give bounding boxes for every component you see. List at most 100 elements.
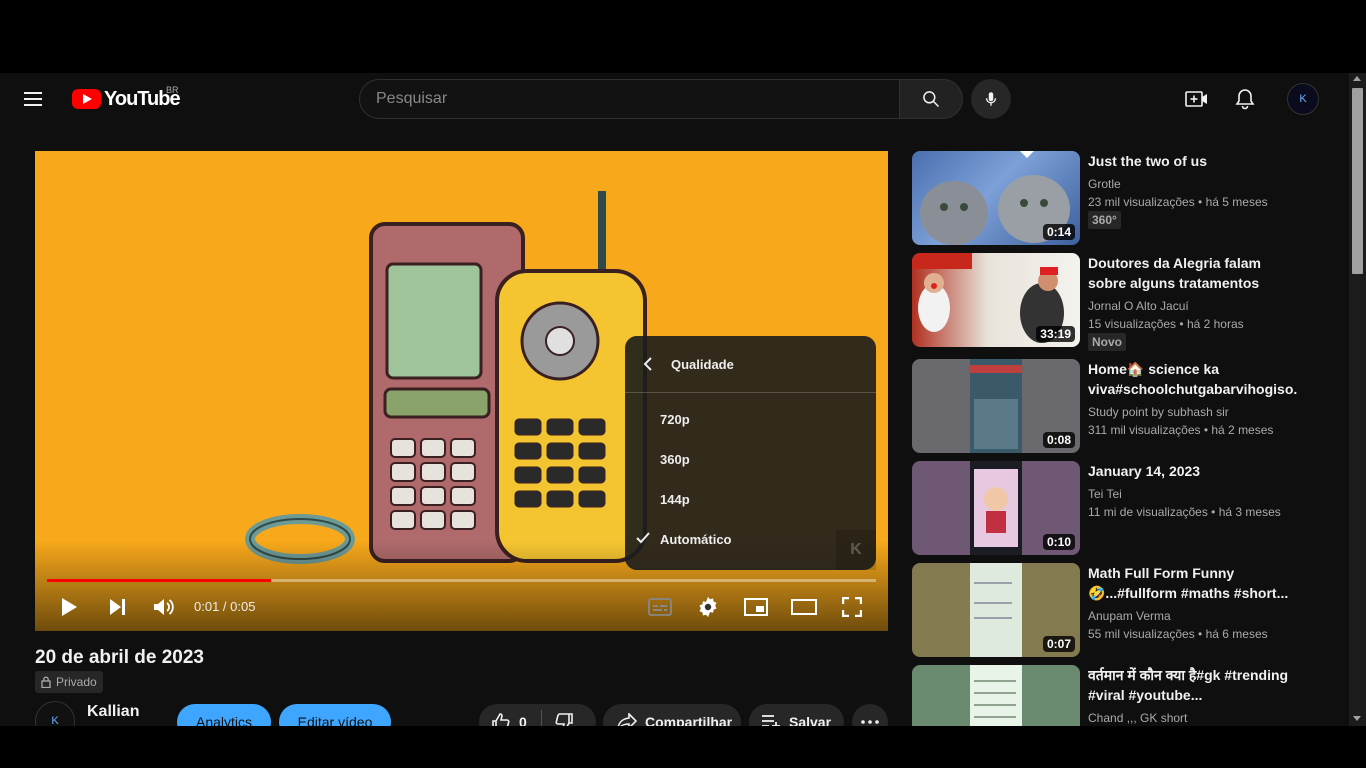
recommendation-item[interactable]: 0:10 January 14, 2023 Tei Tei 11 mi de v… — [912, 461, 1312, 555]
video-thumbnail[interactable]: 0:14 — [912, 151, 1080, 245]
quality-option-360p[interactable]: 360p — [625, 439, 876, 479]
channel-name[interactable]: Tei Tei — [1088, 485, 1122, 503]
create-button[interactable] — [1183, 87, 1211, 111]
video-duration: 33:19 — [1036, 326, 1075, 342]
more-horizontal-icon — [861, 720, 879, 724]
channel-name[interactable]: Chand ,,, GK short — [1088, 709, 1187, 726]
recommendation-item[interactable]: 0:07 Math Full Form Funny 🤣...#fullform … — [912, 563, 1312, 657]
search-input[interactable] — [360, 80, 899, 118]
voice-search-button[interactable] — [971, 79, 1011, 119]
recommendation-item[interactable]: 0:14 Just the two of us Grotle 23 mil vi… — [912, 151, 1312, 245]
chevron-left-icon — [643, 357, 652, 371]
recommendation-item[interactable]: 0:08 Home🏠 science ka viva#schoolchutgab… — [912, 359, 1312, 453]
mute-button[interactable] — [150, 593, 178, 621]
save-button[interactable]: Salvar — [749, 704, 844, 726]
video-title[interactable]: Home🏠 science ka viva#schoolchutgabarvih… — [1088, 359, 1298, 399]
theater-mode-button[interactable] — [790, 593, 818, 621]
video-title[interactable]: Doutores da Alegria falam sobre alguns t… — [1088, 253, 1298, 293]
channel-name[interactable]: Study point by subhash sir — [1088, 403, 1229, 421]
gear-icon — [699, 596, 717, 618]
play-button[interactable] — [55, 593, 83, 621]
next-button[interactable] — [103, 593, 131, 621]
privacy-label: Privado — [56, 675, 97, 689]
fullscreen-button[interactable] — [838, 593, 866, 621]
fullscreen-icon — [842, 597, 862, 617]
channel-avatar[interactable]: K — [35, 701, 75, 726]
channel-name[interactable]: Jornal O Alto Jacuí — [1088, 297, 1189, 315]
quality-option-144p[interactable]: 144p — [625, 479, 876, 519]
volume-icon — [154, 599, 174, 615]
thumbs-up-icon[interactable] — [491, 712, 511, 726]
video-stats: 15 visualizações • há 2 horas — [1088, 317, 1244, 331]
video-title[interactable]: Math Full Form Funny 🤣...#fullform #math… — [1088, 563, 1298, 603]
video-thumbnail[interactable]: 33:19 — [912, 253, 1080, 347]
video-stats: 11 mi de visualizações • há 3 meses — [1088, 505, 1281, 519]
share-label: Compartilhar — [645, 714, 733, 726]
channel-name[interactable]: Kallian — [87, 703, 139, 721]
miniplayer-button[interactable] — [742, 593, 770, 621]
scroll-down-arrow-icon[interactable] — [1353, 716, 1361, 721]
video-stats: 311 mil visualizações • há 2 meses — [1088, 423, 1274, 437]
quality-option-720p[interactable]: 720p — [625, 399, 876, 439]
video-title[interactable]: Just the two of us — [1088, 151, 1298, 171]
video-title: 20 de abril de 2023 — [35, 647, 204, 668]
search-button[interactable] — [899, 79, 963, 119]
subtitles-icon — [648, 598, 672, 616]
share-button[interactable]: Compartilhar — [603, 704, 741, 726]
quality-menu-header[interactable]: Qualidade — [625, 336, 876, 393]
current-time: 0:01 — [194, 599, 220, 614]
country-code: BR — [166, 85, 179, 95]
video-thumbnail[interactable]: 0:10 — [912, 461, 1080, 555]
time-display: 0:01 / 0:05 — [194, 599, 255, 614]
video-duration: 0:14 — [1042, 224, 1075, 240]
skip-next-icon — [110, 599, 125, 615]
notifications-button[interactable] — [1232, 86, 1258, 112]
edit-video-button[interactable]: Editar vídeo — [279, 704, 391, 726]
theater-icon — [791, 599, 817, 615]
video-title[interactable]: January 14, 2023 — [1088, 461, 1298, 481]
menu-icon[interactable] — [24, 89, 48, 109]
progress-bar[interactable] — [47, 579, 876, 582]
play-icon — [62, 598, 77, 616]
playlist-add-icon — [762, 715, 780, 726]
more-actions-button[interactable] — [852, 704, 888, 726]
video-player[interactable]: Qualidade 720p 360p 144p Automático K 0:… — [35, 151, 888, 631]
video-thumbnail[interactable]: 0:08 — [912, 359, 1080, 453]
search-box — [359, 79, 900, 119]
check-icon — [636, 532, 650, 544]
badge-360: 360° — [1088, 211, 1121, 229]
subtitles-button[interactable] — [646, 593, 674, 621]
youtube-logo[interactable]: YouTube BR — [72, 85, 181, 110]
lock-icon — [41, 676, 51, 688]
video-title[interactable]: वर्तमान में कौन क्या है#gk #trending #vi… — [1088, 665, 1298, 705]
create-video-icon — [1185, 91, 1207, 107]
recommendation-item[interactable]: 33:19 Doutores da Alegria falam sobre al… — [912, 253, 1312, 351]
video-stats: 23 mil visualizações • há 5 meses — [1088, 195, 1268, 209]
bell-icon — [1235, 89, 1255, 110]
like-count[interactable]: 0 — [519, 714, 527, 726]
video-duration: 0:08 — [1042, 432, 1075, 448]
bottom-letterbox — [0, 726, 1366, 768]
analytics-button[interactable]: Analytics — [177, 704, 271, 726]
save-label: Salvar — [789, 714, 832, 726]
thumbnail-image — [970, 665, 1022, 726]
recommendation-item[interactable]: वर्तमान में कौन क्या है#gk #trending #vi… — [912, 665, 1312, 726]
quality-menu-title: Qualidade — [671, 356, 734, 372]
channel-name[interactable]: Grotle — [1088, 175, 1121, 193]
thumbs-down-icon[interactable] — [554, 712, 574, 726]
video-thumbnail[interactable]: 0:07 — [912, 563, 1080, 657]
microphone-icon — [985, 92, 997, 106]
like-divider — [540, 710, 542, 726]
time-separator: / — [219, 599, 231, 614]
video-thumbnail[interactable] — [912, 665, 1080, 726]
channel-name[interactable]: Anupam Verma — [1088, 607, 1171, 625]
scroll-up-arrow-icon[interactable] — [1353, 76, 1361, 81]
settings-button[interactable] — [694, 593, 722, 621]
scrollbar-thumb[interactable] — [1352, 88, 1363, 274]
share-icon — [617, 713, 637, 726]
channel-watermark[interactable]: K — [836, 530, 876, 570]
like-dislike-group: 0 — [479, 704, 596, 726]
account-avatar[interactable]: K — [1287, 83, 1319, 115]
video-stats: 55 mil visualizações • há 6 meses — [1088, 627, 1268, 641]
privacy-badge: Privado — [35, 671, 103, 693]
